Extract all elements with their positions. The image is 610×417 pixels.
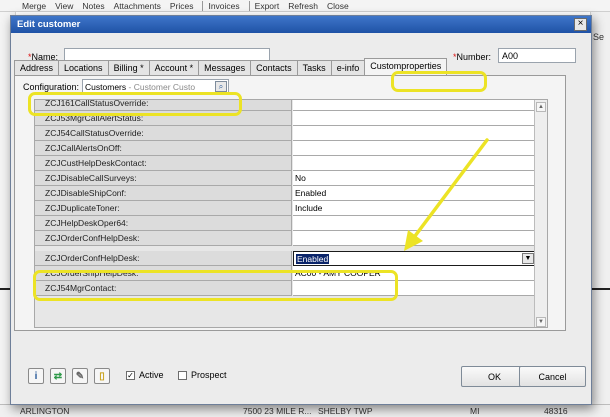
prospect-label: Prospect [191,370,227,380]
info-icon[interactable]: i [28,368,44,384]
prospect-checkbox[interactable] [178,371,187,380]
eraser-icon[interactable]: ✎ [72,368,88,384]
swap-icon[interactable]: ⇄ [50,368,66,384]
annotation-arrow [404,138,489,251]
cancel-button[interactable]: Cancel [519,366,586,387]
document-icon[interactable]: ▯ [94,368,110,384]
active-label: Active [139,370,164,380]
ok-button[interactable]: OK [461,366,528,387]
active-checkbox[interactable]: ✓ [126,371,135,380]
